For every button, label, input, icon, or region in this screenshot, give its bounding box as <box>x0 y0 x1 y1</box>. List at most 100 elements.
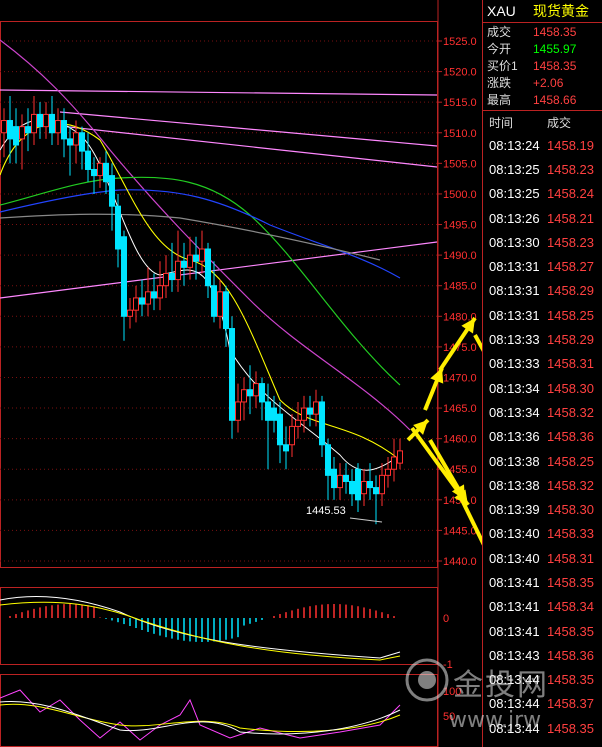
quote-row-value: 1458.66 <box>533 92 577 107</box>
tick-time: 08:13:33 <box>489 356 540 372</box>
tick-row[interactable]: 08:13:33 1458.31 <box>483 352 602 376</box>
tick-row[interactable]: 08:13:26 1458.21 <box>483 206 602 230</box>
candle-body <box>61 120 67 140</box>
candle-body <box>379 474 385 495</box>
quote-row: 今开 1455.97 <box>483 40 602 57</box>
candle-body <box>277 413 283 446</box>
ma60-line <box>0 189 401 279</box>
candle-body <box>235 401 241 421</box>
tick-row[interactable]: 08:13:34 1458.30 <box>483 376 602 400</box>
candle-body <box>217 291 223 317</box>
tick-row[interactable]: 08:13:25 1458.23 <box>483 157 602 181</box>
macd-axis-label: 0 <box>443 613 449 625</box>
tick-row[interactable]: 08:13:34 1458.32 <box>483 400 602 424</box>
quote-panel: XAU 现货黄金 成交 1458.35 今开 1455.97 买价1 1458.35 涨跌 +… <box>482 0 602 747</box>
tick-time: 08:13:36 <box>489 429 540 445</box>
symbol-code: XAU <box>487 3 516 19</box>
kdj-d-line <box>0 703 401 733</box>
candle-body <box>169 272 175 281</box>
candle-body <box>247 389 253 397</box>
tick-time: 08:13:34 <box>489 404 540 420</box>
candle-body <box>109 175 115 207</box>
ticks-header: 时间 成交 <box>483 111 602 133</box>
price-axis-label: 1520.0 <box>443 67 477 79</box>
tick-price: 1458.30 <box>547 380 594 396</box>
candle-body <box>199 248 205 262</box>
candle-body <box>13 126 19 146</box>
price-axis-label: 1445.0 <box>443 525 477 537</box>
tick-time: 08:13:31 <box>489 259 540 275</box>
arrow-down-right <box>473 334 482 352</box>
ticks-header-price: 成交 <box>547 115 572 130</box>
candle-body <box>163 272 169 287</box>
candle-body <box>313 401 319 415</box>
candle-body <box>385 468 391 476</box>
ma-slow-line <box>59 111 438 147</box>
tick-price: 1458.23 <box>547 234 594 250</box>
tick-time: 08:13:30 <box>489 234 540 250</box>
tick-price: 1458.36 <box>547 429 594 445</box>
tick-price: 1458.25 <box>547 307 594 323</box>
tick-row[interactable]: 08:13:31 1458.29 <box>483 279 602 303</box>
kline-chart[interactable]: 1525.0 1520.0 1515.0 1510.0 1505.0 1500.0 1495… <box>0 0 482 747</box>
candle-body <box>319 401 325 446</box>
tick-price: 1458.32 <box>547 404 594 420</box>
tick-row[interactable]: 08:13:41 1458.35 <box>483 570 602 594</box>
kdj-j-line <box>0 689 401 741</box>
quote-row-label: 涨跌 <box>487 76 512 90</box>
candle-body <box>373 487 379 495</box>
tick-row[interactable]: 08:13:40 1458.31 <box>483 546 602 570</box>
price-axis-label: 1465.0 <box>443 403 477 415</box>
tick-price: 1458.25 <box>547 453 594 469</box>
tick-row[interactable]: 08:13:33 1458.29 <box>483 327 602 351</box>
price-axis-label: 1485.0 <box>443 281 477 293</box>
candlestick-svg[interactable]: 1525.0 1520.0 1515.0 1510.0 1505.0 1500.0 1495… <box>0 0 482 747</box>
candle-body <box>391 456 397 470</box>
tick-price: 1458.33 <box>547 526 594 542</box>
candle-body <box>55 120 61 134</box>
quote-row: 涨跌 +2.06 <box>483 74 602 91</box>
candle-body <box>295 419 301 427</box>
ma5-line <box>0 119 401 471</box>
tick-row[interactable]: 08:13:31 1458.27 <box>483 254 602 278</box>
tick-row[interactable]: 08:13:38 1458.32 <box>483 473 602 497</box>
candle-body <box>91 168 97 177</box>
candle-body <box>205 248 211 287</box>
tick-price: 1458.24 <box>547 186 594 202</box>
tick-price: 1458.21 <box>547 210 594 226</box>
tick-row[interactable]: 08:13:25 1458.24 <box>483 182 602 206</box>
tick-time: 08:13:38 <box>489 477 540 493</box>
candle-body <box>7 120 13 140</box>
candle-body <box>253 383 259 397</box>
quote-row-value: +2.06 <box>533 75 564 90</box>
ma-rising-line <box>0 241 438 299</box>
tick-row[interactable]: 08:13:40 1458.33 <box>483 522 602 546</box>
tick-row[interactable]: 08:13:41 1458.34 <box>483 595 602 619</box>
candle-body <box>211 285 217 317</box>
tick-row[interactable]: 08:13:30 1458.23 <box>483 230 602 254</box>
price-axis-label: 1510.0 <box>443 128 477 140</box>
tick-time: 08:13:31 <box>489 283 540 299</box>
ma120-line <box>0 89 438 96</box>
candle-body <box>223 291 229 330</box>
watermark-cn: 金投网 <box>453 668 549 703</box>
tick-time: 08:13:41 <box>489 623 540 639</box>
candle-body <box>175 260 181 281</box>
candle-body <box>73 132 79 146</box>
candle-body <box>397 450 403 464</box>
tick-price: 1458.29 <box>547 332 594 348</box>
tick-row[interactable]: 08:13:36 1458.36 <box>483 425 602 449</box>
tick-list[interactable]: 08:13:24 1458.19 08:13:25 1458.23 08:13:25 14… <box>483 133 602 740</box>
tick-row[interactable]: 08:13:24 1458.19 <box>483 133 602 157</box>
candle-body <box>31 113 37 134</box>
kdj-frame <box>0 674 438 747</box>
tick-row[interactable]: 08:13:41 1458.35 <box>483 619 602 643</box>
price-axis-label: 1470.0 <box>443 372 477 384</box>
tick-price: 1458.23 <box>547 161 594 177</box>
tick-row[interactable]: 08:13:39 1458.30 <box>483 497 602 521</box>
candle-body <box>37 113 43 128</box>
ticks-header-time: 时间 <box>489 115 514 130</box>
tick-row[interactable]: 08:13:38 1458.25 <box>483 449 602 473</box>
tick-row[interactable]: 08:13:31 1458.25 <box>483 303 602 327</box>
candle-body <box>115 205 121 250</box>
